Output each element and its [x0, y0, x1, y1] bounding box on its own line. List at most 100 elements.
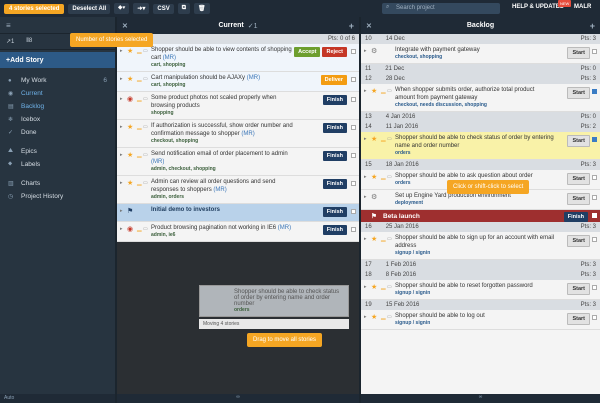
- start-button[interactable]: Start: [567, 283, 590, 295]
- select-checkbox[interactable]: [351, 49, 356, 54]
- start-button[interactable]: Start: [567, 313, 590, 325]
- expand-caret-icon[interactable]: ▸: [120, 96, 123, 102]
- select-checkbox[interactable]: [592, 195, 597, 200]
- story-row[interactable]: ▸ ◉ ▁ ▭ Some product photos not scaled prope…: [117, 92, 359, 120]
- reject-button[interactable]: Reject: [322, 47, 347, 57]
- select-checkbox[interactable]: [592, 315, 597, 320]
- release-row[interactable]: ⚑ Beta launch Finish: [361, 210, 600, 222]
- finish-button[interactable]: Finish: [322, 207, 347, 217]
- sidebar-item-my-work[interactable]: ● My Work 6: [0, 74, 115, 87]
- story-row[interactable]: ▸ ◉ ▁ ▭ Product browsing pagination not work…: [117, 222, 359, 242]
- start-button[interactable]: Start: [567, 235, 590, 247]
- csv-button[interactable]: CSV: [153, 3, 174, 14]
- expand-caret-icon[interactable]: ▸: [120, 76, 123, 82]
- expand-caret-icon[interactable]: ▸: [364, 136, 367, 142]
- select-checkbox[interactable]: [592, 237, 597, 242]
- finish-button[interactable]: Finish: [563, 212, 588, 222]
- story-labels[interactable]: orders: [395, 150, 596, 157]
- select-checkbox[interactable]: [351, 181, 356, 186]
- label-dropdown-button[interactable]: ⬥▾: [114, 3, 130, 14]
- story-row[interactable]: ▸ ★ ▁ ▭ Cart manipulation should be AJAXy (M…: [117, 72, 359, 92]
- story-labels[interactable]: admin, orders: [151, 194, 355, 201]
- expand-caret-icon[interactable]: ▸: [364, 88, 367, 94]
- drag-ghost[interactable]: Shopper should be able to check status o…: [199, 285, 349, 317]
- sidebar-item-epics[interactable]: ⛰ Epics: [0, 145, 115, 158]
- story-labels[interactable]: signup / signin: [395, 320, 596, 327]
- expand-caret-icon[interactable]: ▸: [364, 284, 367, 290]
- story-labels[interactable]: checkout, shopping: [395, 54, 596, 61]
- select-checkbox[interactable]: [351, 77, 356, 82]
- sidebar-item-icebox[interactable]: ❄ Icebox: [0, 113, 115, 126]
- clone-icon[interactable]: ⧉: [177, 3, 190, 14]
- expand-caret-icon[interactable]: ▸: [364, 48, 367, 54]
- select-checkbox[interactable]: [592, 285, 597, 290]
- story-labels[interactable]: checkout, needs discussion, shopping: [395, 102, 596, 109]
- expand-caret-icon[interactable]: ▸: [364, 194, 367, 200]
- add-story-button[interactable]: + Add Story: [0, 52, 115, 68]
- deliver-button[interactable]: Deliver: [320, 75, 347, 85]
- expand-caret-icon[interactable]: ▸: [120, 152, 123, 158]
- story-labels[interactable]: checkout, shopping: [151, 138, 355, 145]
- select-checkbox[interactable]: [351, 227, 356, 232]
- deselect-all-button[interactable]: Deselect All: [68, 3, 111, 14]
- finish-button[interactable]: Finish: [322, 179, 347, 189]
- sidebar-item-current[interactable]: ◉ Current: [0, 87, 115, 100]
- story-labels[interactable]: signup / signin: [395, 250, 596, 257]
- sidebar-item-backlog[interactable]: ▤ Backlog: [0, 100, 115, 113]
- merge-request-link[interactable]: (MR): [163, 55, 176, 61]
- start-button[interactable]: Start: [567, 135, 590, 147]
- accept-button[interactable]: Accept: [294, 47, 321, 57]
- start-button[interactable]: Start: [567, 47, 590, 59]
- story-labels[interactable]: cart, shopping: [151, 62, 355, 69]
- select-checkbox[interactable]: [592, 213, 597, 218]
- expand-caret-icon[interactable]: ▸: [364, 174, 367, 180]
- story-row[interactable]: ▸ ★ ▁ ▭ Shopper should be able to view conte…: [117, 44, 359, 72]
- select-checkbox[interactable]: [351, 125, 356, 130]
- expand-caret-icon[interactable]: ▸: [120, 180, 123, 186]
- merge-request-link[interactable]: (MR): [247, 75, 260, 81]
- select-checkbox[interactable]: [592, 89, 597, 94]
- story-row[interactable]: ▸ ⚙ Integrate with payment gateway checkout…: [361, 44, 600, 64]
- move-dropdown-button[interactable]: ➜▾: [133, 3, 150, 14]
- select-checkbox[interactable]: [592, 49, 597, 54]
- story-labels[interactable]: deployment: [395, 200, 596, 207]
- close-icon[interactable]: ✕: [122, 22, 128, 30]
- story-labels[interactable]: admin, checkout, shopping: [151, 166, 355, 173]
- user-menu[interactable]: MALR: [574, 4, 591, 10]
- sidebar-footer[interactable]: Auto: [0, 394, 115, 403]
- select-checkbox[interactable]: [592, 137, 597, 142]
- start-button[interactable]: Start: [567, 193, 590, 205]
- expand-caret-icon[interactable]: ▸: [120, 48, 123, 54]
- expand-caret-icon[interactable]: ▸: [364, 236, 367, 242]
- help-updates-link[interactable]: HELP & UPDATES: [512, 4, 564, 10]
- sidebar-toggle[interactable]: ≡: [0, 17, 115, 34]
- story-row[interactable]: ▸ ★ ▁ ▭ Shopper should be able to reset forg…: [361, 280, 600, 300]
- finish-button[interactable]: Finish: [322, 151, 347, 161]
- select-checkbox[interactable]: [592, 175, 597, 180]
- expand-caret-icon[interactable]: ▸: [364, 314, 367, 320]
- search-input[interactable]: ⌕ Search project: [382, 3, 500, 14]
- story-row[interactable]: ▸ ★ ▁ ▭ Shopper should be able to sign up fo…: [361, 232, 600, 260]
- merge-request-link[interactable]: (MR): [213, 187, 226, 193]
- merge-request-link[interactable]: (MR): [241, 131, 254, 137]
- trash-icon[interactable]: 🗑: [194, 3, 210, 14]
- merge-request-link[interactable]: (MR): [278, 225, 291, 231]
- start-button[interactable]: Start: [567, 87, 590, 99]
- story-row[interactable]: ▸ ★ ▁ ▭ Admin can review all order questions…: [117, 176, 359, 204]
- select-checkbox[interactable]: [351, 153, 356, 158]
- story-row[interactable]: ▸ ★ ▁ ▭ When shopper submits order, authoriz…: [361, 84, 600, 112]
- sidebar-item-done[interactable]: ✓ Done: [0, 126, 115, 139]
- close-icon[interactable]: ✕: [366, 22, 372, 30]
- select-checkbox[interactable]: [351, 97, 356, 102]
- add-icon[interactable]: +: [590, 21, 595, 31]
- story-row[interactable]: ▸ ★ ▁ ▭ Send notification email of order pla…: [117, 148, 359, 176]
- finish-button[interactable]: Finish: [322, 225, 347, 235]
- merge-request-link[interactable]: (MR): [151, 159, 164, 165]
- expand-caret-icon[interactable]: ▸: [120, 226, 123, 232]
- story-row[interactable]: ▸ ★ ▁ ▭ Shopper should be able to check stat…: [361, 132, 600, 160]
- expand-caret-icon[interactable]: ▸: [120, 124, 123, 130]
- sidebar-item-project-history[interactable]: ◷ Project History: [0, 190, 115, 203]
- story-row[interactable]: ▸ ⚑ Initial demo to investors Finish: [117, 204, 359, 222]
- start-button[interactable]: Start: [567, 173, 590, 185]
- story-row[interactable]: ▸ ★ ▁ ▭ If authorization is successful, show…: [117, 120, 359, 148]
